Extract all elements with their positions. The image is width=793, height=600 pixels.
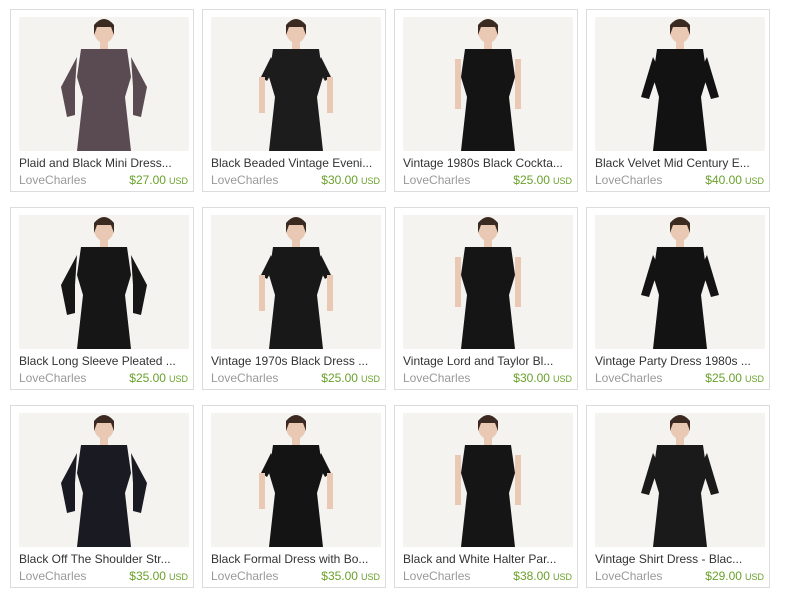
price-currency: USD <box>744 176 764 186</box>
listing-price: $25.00 USD <box>513 173 572 189</box>
price-currency: USD <box>168 176 188 186</box>
listing-title[interactable]: Black Velvet Mid Century E... <box>595 156 765 171</box>
listing-price: $27.00 USD <box>129 173 188 189</box>
listing-card[interactable]: Vintage Lord and Taylor Bl... LoveCharle… <box>394 207 578 390</box>
price-amount: $35.00 <box>321 569 358 583</box>
listing-photo[interactable] <box>19 17 189 151</box>
listing-card[interactable]: Black Beaded Vintage Eveni... LoveCharle… <box>202 9 386 192</box>
listing-card[interactable]: Vintage Shirt Dress - Blac... LoveCharle… <box>586 405 770 588</box>
listing-title[interactable]: Vintage Lord and Taylor Bl... <box>403 354 573 369</box>
listing-title[interactable]: Black Off The Shoulder Str... <box>19 552 189 567</box>
shop-name[interactable]: LoveCharles <box>403 173 470 188</box>
listing-grid: Plaid and Black Mini Dress... LoveCharle… <box>10 9 770 588</box>
shop-name[interactable]: LoveCharles <box>19 371 86 386</box>
price-amount: $25.00 <box>705 371 742 385</box>
listing-price: $35.00 USD <box>129 569 188 585</box>
price-currency: USD <box>744 572 764 582</box>
listing-title[interactable]: Vintage 1980s Black Cockta... <box>403 156 573 171</box>
dress-photo-illustration <box>595 17 765 151</box>
shop-name[interactable]: LoveCharles <box>211 371 278 386</box>
listing-price: $40.00 USD <box>705 173 764 189</box>
price-amount: $27.00 <box>129 173 166 187</box>
shop-name[interactable]: LoveCharles <box>211 173 278 188</box>
price-amount: $25.00 <box>129 371 166 385</box>
listing-price: $38.00 USD <box>513 569 572 585</box>
price-amount: $35.00 <box>129 569 166 583</box>
dress-photo-illustration <box>595 215 765 349</box>
listing-price: $25.00 USD <box>129 371 188 387</box>
listing-price: $35.00 USD <box>321 569 380 585</box>
listing-title[interactable]: Black and White Halter Par... <box>403 552 573 567</box>
listing-photo[interactable] <box>19 413 189 547</box>
listing-title[interactable]: Vintage Shirt Dress - Blac... <box>595 552 765 567</box>
listing-price: $30.00 USD <box>321 173 380 189</box>
shop-name[interactable]: LoveCharles <box>595 371 662 386</box>
listing-title[interactable]: Vintage Party Dress 1980s ... <box>595 354 765 369</box>
dress-photo-illustration <box>403 215 573 349</box>
dress-photo-illustration <box>19 17 189 151</box>
listing-title[interactable]: Vintage 1970s Black Dress ... <box>211 354 381 369</box>
shop-name[interactable]: LoveCharles <box>595 569 662 584</box>
listing-title[interactable]: Plaid and Black Mini Dress... <box>19 156 189 171</box>
price-amount: $30.00 <box>321 173 358 187</box>
price-currency: USD <box>552 572 572 582</box>
listing-title[interactable]: Black Long Sleeve Pleated ... <box>19 354 189 369</box>
price-amount: $29.00 <box>705 569 742 583</box>
price-currency: USD <box>360 176 380 186</box>
listing-photo[interactable] <box>595 215 765 349</box>
listing-title[interactable]: Black Formal Dress with Bo... <box>211 552 381 567</box>
listing-card[interactable]: Vintage Party Dress 1980s ... LoveCharle… <box>586 207 770 390</box>
listing-card[interactable]: Vintage 1980s Black Cockta... LoveCharle… <box>394 9 578 192</box>
price-amount: $25.00 <box>321 371 358 385</box>
listing-card[interactable]: Vintage 1970s Black Dress ... LoveCharle… <box>202 207 386 390</box>
listing-card[interactable]: Black Off The Shoulder Str... LoveCharle… <box>10 405 194 588</box>
dress-photo-illustration <box>595 413 765 547</box>
dress-photo-illustration <box>211 215 381 349</box>
dress-photo-illustration <box>211 413 381 547</box>
dress-photo-illustration <box>19 215 189 349</box>
price-currency: USD <box>552 176 572 186</box>
price-currency: USD <box>168 374 188 384</box>
price-amount: $30.00 <box>513 371 550 385</box>
price-currency: USD <box>360 572 380 582</box>
price-currency: USD <box>552 374 572 384</box>
price-amount: $38.00 <box>513 569 550 583</box>
listing-photo[interactable] <box>211 215 381 349</box>
shop-name[interactable]: LoveCharles <box>211 569 278 584</box>
listing-price: $25.00 USD <box>321 371 380 387</box>
listing-photo[interactable] <box>595 17 765 151</box>
price-currency: USD <box>744 374 764 384</box>
shop-name[interactable]: LoveCharles <box>403 371 470 386</box>
listing-photo[interactable] <box>19 215 189 349</box>
listing-photo[interactable] <box>211 413 381 547</box>
shop-name[interactable]: LoveCharles <box>19 173 86 188</box>
dress-photo-illustration <box>19 413 189 547</box>
shop-name[interactable]: LoveCharles <box>595 173 662 188</box>
listing-card[interactable]: Black Long Sleeve Pleated ... LoveCharle… <box>10 207 194 390</box>
dress-photo-illustration <box>211 17 381 151</box>
shop-name[interactable]: LoveCharles <box>19 569 86 584</box>
listing-price: $25.00 USD <box>705 371 764 387</box>
listing-photo[interactable] <box>211 17 381 151</box>
price-amount: $40.00 <box>705 173 742 187</box>
listing-title[interactable]: Black Beaded Vintage Eveni... <box>211 156 381 171</box>
listing-photo[interactable] <box>403 413 573 547</box>
listing-card[interactable]: Black and White Halter Par... LoveCharle… <box>394 405 578 588</box>
listing-card[interactable]: Black Formal Dress with Bo... LoveCharle… <box>202 405 386 588</box>
dress-photo-illustration <box>403 413 573 547</box>
listing-photo[interactable] <box>595 413 765 547</box>
listing-card[interactable]: Plaid and Black Mini Dress... LoveCharle… <box>10 9 194 192</box>
listing-price: $29.00 USD <box>705 569 764 585</box>
dress-photo-illustration <box>403 17 573 151</box>
listing-photo[interactable] <box>403 17 573 151</box>
listing-card[interactable]: Black Velvet Mid Century E... LoveCharle… <box>586 9 770 192</box>
price-currency: USD <box>360 374 380 384</box>
price-amount: $25.00 <box>513 173 550 187</box>
listing-photo[interactable] <box>403 215 573 349</box>
shop-name[interactable]: LoveCharles <box>403 569 470 584</box>
price-currency: USD <box>168 572 188 582</box>
listing-price: $30.00 USD <box>513 371 572 387</box>
